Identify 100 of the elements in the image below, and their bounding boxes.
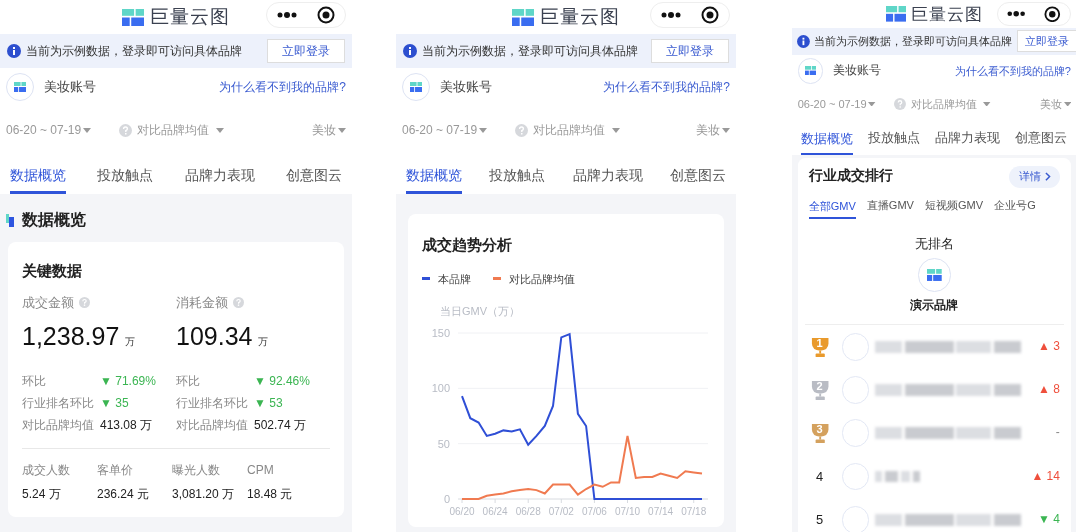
rank-change: ▼ 4 (1038, 510, 1060, 528)
stat-label: CPM (247, 461, 275, 479)
rank-status: 无排名 (914, 234, 954, 253)
row-label: 对比品牌均值 (22, 416, 95, 434)
metric-label: 消耗金额 (176, 293, 228, 312)
logo-icon (885, 6, 906, 22)
change-value: ▼ 92.46% (254, 372, 310, 390)
caret-icon (983, 101, 991, 107)
account-name: 美妆账号 (832, 61, 881, 79)
menu-capsule[interactable] (266, 2, 346, 28)
change-value: ▼ 35 (100, 394, 129, 412)
legend-label: 对比品牌均值 (509, 271, 575, 287)
stat-label: 曝光人数 (172, 461, 221, 479)
rank-change: ▲ 14 (1031, 467, 1060, 485)
card-title: 成交趋势分析 (421, 235, 513, 255)
help-link[interactable]: 为什么看不到我的品牌? (954, 62, 1071, 80)
info-icon (796, 34, 810, 48)
tab[interactable]: 企业号G (994, 196, 1036, 219)
tab[interactable]: 创意图云 (1015, 127, 1068, 155)
menu-capsule[interactable] (997, 1, 1071, 26)
tab[interactable]: 直播GMV (866, 196, 914, 219)
stat-value: 18.48 元 (247, 485, 294, 503)
tick-label: 06/20 (449, 506, 475, 517)
logo-icon (926, 269, 942, 281)
logo-icon (805, 66, 816, 76)
login-button[interactable]: 立即登录 (267, 39, 345, 63)
help-link[interactable]: 为什么看不到我的品牌? (603, 78, 730, 96)
brand-name: 演示品牌 (910, 297, 959, 315)
tab[interactable]: 投放触点 (97, 165, 154, 194)
caret-icon (722, 127, 730, 133)
row-label: 环比 (176, 372, 201, 390)
tick-label: 06/28 (515, 506, 541, 517)
tab[interactable]: 品牌力表现 (935, 127, 1001, 155)
help-link[interactable]: 为什么看不到我的品牌? (219, 78, 346, 96)
caret-icon (1063, 101, 1071, 107)
help-icon (79, 296, 90, 308)
caret-icon (479, 127, 488, 133)
section-icon (6, 213, 14, 227)
caret-icon (83, 127, 92, 133)
logo-icon (122, 8, 144, 26)
info-icon (7, 44, 21, 58)
row-value: 502.74 万 (254, 416, 307, 434)
caret-icon (216, 127, 225, 133)
tab[interactable]: 短视频GMV (925, 196, 984, 219)
tick-label: 07/10 (615, 506, 641, 517)
caret-icon (338, 127, 346, 133)
notice-text: 当前为示例数据，登录即可访问具体品牌 (26, 43, 242, 60)
tab[interactable]: 创意图云 (286, 165, 342, 194)
change-value: ▼ 53 (254, 394, 283, 412)
tab[interactable]: 数据概览 (10, 165, 66, 194)
more-icon (1007, 11, 1026, 17)
metric-value: 1,238.97 (22, 321, 120, 352)
tab[interactable]: 创意图云 (670, 165, 726, 194)
tick-label: 06/24 (482, 506, 508, 517)
target-icon (701, 6, 719, 24)
change-value: ▼ 71.69% (100, 372, 156, 390)
help-icon (119, 123, 133, 137)
tab[interactable]: 品牌力表现 (572, 165, 643, 194)
stat-value: 5.24 万 (22, 485, 62, 503)
info-icon (403, 44, 417, 58)
login-button[interactable]: 立即登录 (1016, 30, 1077, 53)
row-label: 行业排名环比 (176, 394, 249, 412)
tick-label: 07/06 (581, 506, 607, 517)
help-icon (515, 123, 529, 137)
rank-number: 1 (815, 337, 824, 350)
tick-label: 0 (443, 493, 450, 505)
rank-number: 2 (815, 380, 824, 393)
menu-capsule[interactable] (650, 2, 730, 28)
app-title: 巨量云图 (150, 4, 230, 29)
app-title: 巨量云图 (911, 2, 983, 26)
tab[interactable]: 投放触点 (489, 165, 546, 194)
metric-value: 109.34 (176, 321, 253, 352)
tick-label: 07/18 (681, 506, 707, 517)
account-name: 美妆账号 (440, 78, 492, 97)
login-button[interactable]: 立即登录 (651, 39, 729, 63)
rank-number: 3 (815, 424, 824, 436)
tab[interactable]: 品牌力表现 (184, 165, 255, 194)
notice-text: 当前为示例数据，登录即可访问具体品牌 (422, 43, 638, 60)
notice-text: 当前为示例数据，登录即可访问具体品牌 (814, 34, 1013, 50)
more-icon (661, 12, 681, 18)
tab[interactable]: 投放触点 (868, 127, 921, 155)
row-label: 环比 (22, 372, 47, 390)
app-title: 巨量云图 (540, 4, 620, 29)
help-icon (233, 296, 244, 308)
tab[interactable]: 全部GMV (808, 197, 856, 219)
tab[interactable]: 数据概览 (801, 128, 854, 155)
rank-change: ▲ 8 (1038, 381, 1060, 399)
tick-label: 100 (431, 382, 450, 395)
stat-label: 客单价 (97, 461, 134, 479)
caret-icon (612, 127, 621, 133)
row-label: 对比品牌均值 (176, 416, 249, 434)
stat-value: 236.24 元 (97, 485, 151, 503)
details-button[interactable]: 详情 (1009, 165, 1060, 188)
caret-icon (868, 101, 876, 107)
tick-label: 150 (431, 327, 450, 339)
blurred-name (874, 470, 920, 483)
tab[interactable]: 数据概览 (406, 165, 462, 194)
stat-label: 成交人数 (22, 461, 71, 479)
target-icon (317, 6, 335, 24)
section-title: 数据概览 (22, 210, 86, 230)
